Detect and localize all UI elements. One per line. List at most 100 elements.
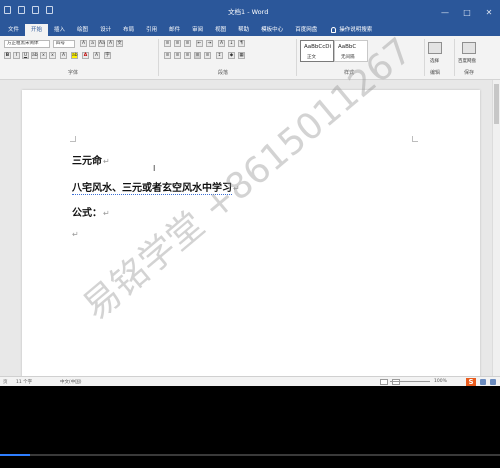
baidu-label[interactable]: 百度网盘 bbox=[458, 58, 476, 64]
paragraph-mark: ↵ bbox=[233, 184, 240, 193]
paragraph-group-label: 段落 bbox=[218, 70, 229, 76]
align-left-icon[interactable]: ≡ bbox=[164, 52, 171, 59]
zoom-slider[interactable] bbox=[390, 381, 430, 382]
scrollbar-thumb[interactable] bbox=[494, 84, 499, 124]
tray-icon[interactable] bbox=[490, 379, 496, 385]
font-size-select[interactable]: 四号 bbox=[53, 40, 75, 48]
tab-draw[interactable]: 绘图 bbox=[71, 24, 94, 36]
status-bar: 页 11 个字 中文(中国) 100% S bbox=[0, 376, 500, 387]
shrink-font-icon[interactable]: a bbox=[89, 40, 96, 47]
tab-insert[interactable]: 插入 bbox=[48, 24, 71, 36]
ribbon-tabs: 文件 开始 插入 绘图 设计 布局 引用 邮件 审阅 视图 帮助 模板中心 百度… bbox=[0, 24, 500, 36]
highlight-icon[interactable]: ab bbox=[71, 52, 78, 59]
vertical-scrollbar[interactable] bbox=[492, 80, 500, 376]
tab-file[interactable]: 文件 bbox=[2, 24, 25, 36]
close-button[interactable]: ✕ bbox=[478, 0, 500, 24]
text-effects-icon[interactable]: A bbox=[60, 52, 67, 59]
page-indicator[interactable]: 页 bbox=[3, 379, 8, 385]
tab-baidu-netdisk[interactable]: 百度网盘 bbox=[289, 24, 323, 36]
maximize-button[interactable]: □ bbox=[456, 0, 478, 24]
select-label[interactable]: 选择 bbox=[430, 58, 439, 64]
bullets-icon[interactable]: ≡ bbox=[164, 40, 171, 47]
document-page[interactable]: 三元命↵ I 八宅风水、三元或者玄空风水中学习↵ 公式：↵ ↵ bbox=[22, 90, 480, 380]
strikethrough-icon[interactable]: ab bbox=[31, 52, 38, 59]
save-icon[interactable] bbox=[4, 6, 11, 14]
change-case-icon[interactable]: Aa bbox=[98, 40, 105, 47]
doc-line-2[interactable]: 八宅风水、三元或者玄空风水中学习↵ bbox=[72, 179, 240, 195]
tab-design[interactable]: 设计 bbox=[94, 24, 117, 36]
tray-icon[interactable] bbox=[480, 379, 486, 385]
shading-icon[interactable]: ◆ bbox=[228, 52, 235, 59]
doc-line-text: 八宅风水、三元或者玄空风水中学习 bbox=[72, 183, 232, 195]
font-name-select[interactable]: 方正粗黑宋简体 bbox=[4, 40, 50, 48]
justify-icon[interactable]: ≡ bbox=[194, 52, 201, 59]
tab-home[interactable]: 开始 bbox=[25, 24, 49, 36]
tell-me-label: 操作说明搜索 bbox=[339, 27, 373, 33]
sort-icon[interactable]: ↓ bbox=[228, 40, 235, 47]
word-count[interactable]: 11 个字 bbox=[16, 379, 32, 385]
align-right-icon[interactable]: ≡ bbox=[184, 52, 191, 59]
ribbon-home: 方正粗黑宋简体 四号 A a Aa A 文 B I U ab x x A ab … bbox=[0, 36, 500, 80]
paragraph-mark: ↵ bbox=[103, 209, 110, 218]
character-shading-icon[interactable]: A bbox=[93, 52, 100, 59]
doc-line-text: 三元命 bbox=[72, 156, 102, 167]
style-sample: AaBbC bbox=[338, 44, 357, 50]
lightbulb-icon bbox=[331, 27, 337, 33]
language-indicator[interactable]: 中文(中国) bbox=[60, 379, 82, 385]
document-area: 三元命↵ I 八宅风水、三元或者玄空风水中学习↵ 公式：↵ ↵ bbox=[0, 80, 500, 380]
enclose-character-icon[interactable]: 字 bbox=[104, 52, 111, 59]
grow-font-icon[interactable]: A bbox=[80, 40, 87, 47]
zoom-level[interactable]: 100% bbox=[434, 379, 447, 384]
text-cursor: I bbox=[153, 164, 156, 173]
margin-mark-top-right bbox=[412, 136, 418, 142]
line-spacing-icon[interactable]: ↕ bbox=[216, 52, 223, 59]
tab-help[interactable]: 帮助 bbox=[232, 24, 255, 36]
tab-layout[interactable]: 布局 bbox=[117, 24, 140, 36]
tab-view[interactable]: 视图 bbox=[209, 24, 232, 36]
print-layout-icon[interactable] bbox=[380, 379, 388, 385]
borders-icon[interactable]: ▦ bbox=[238, 52, 245, 59]
editing-group-label: 编辑 bbox=[430, 70, 441, 76]
video-progress-fill bbox=[0, 454, 30, 456]
decrease-indent-icon[interactable]: ⇤ bbox=[196, 40, 203, 47]
doc-line-1[interactable]: 三元命↵ bbox=[72, 152, 110, 167]
distributed-icon[interactable]: ≡ bbox=[204, 52, 211, 59]
show-marks-icon[interactable]: ¶ bbox=[238, 40, 245, 47]
numbering-icon[interactable]: ≡ bbox=[174, 40, 181, 47]
superscript-icon[interactable]: x bbox=[49, 52, 56, 59]
underline-icon[interactable]: U bbox=[22, 52, 29, 59]
minimize-button[interactable]: — bbox=[434, 0, 456, 24]
save-group-label: 保存 bbox=[464, 70, 475, 76]
tab-template-center[interactable]: 模板中心 bbox=[255, 24, 289, 36]
doc-line-3[interactable]: 公式：↵ bbox=[72, 204, 110, 219]
subscript-icon[interactable]: x bbox=[40, 52, 47, 59]
web-layout-icon[interactable] bbox=[392, 379, 400, 385]
tell-me-search[interactable]: 操作说明搜索 bbox=[323, 24, 378, 36]
align-center-icon[interactable]: ≡ bbox=[174, 52, 181, 59]
bold-icon[interactable]: B bbox=[4, 52, 11, 59]
tab-mailings[interactable]: 邮件 bbox=[163, 24, 186, 36]
group-divider bbox=[424, 39, 425, 76]
style-no-spacing[interactable]: AaBbC 无间隔 bbox=[334, 40, 368, 62]
customize-qat-icon[interactable] bbox=[46, 6, 53, 14]
margin-mark-top-left bbox=[70, 136, 76, 142]
multilevel-list-icon[interactable]: ≡ bbox=[184, 40, 191, 47]
increase-indent-icon[interactable]: ⇥ bbox=[206, 40, 213, 47]
title-bar: 文档1 - Word — □ ✕ bbox=[0, 0, 500, 24]
style-name: 无间隔 bbox=[341, 55, 355, 60]
baidu-save-icon[interactable] bbox=[462, 42, 476, 54]
tab-references[interactable]: 引用 bbox=[140, 24, 163, 36]
phonetic-guide-icon[interactable]: 文 bbox=[116, 40, 123, 47]
redo-icon[interactable] bbox=[32, 6, 39, 14]
undo-icon[interactable] bbox=[18, 6, 25, 14]
tab-review[interactable]: 审阅 bbox=[186, 24, 209, 36]
font-color-icon[interactable]: A bbox=[82, 52, 89, 59]
style-normal[interactable]: AaBbCcDi 正文 bbox=[300, 40, 334, 62]
style-name: 正文 bbox=[307, 55, 316, 60]
find-replace-icon[interactable] bbox=[428, 42, 442, 54]
font-group-label: 字体 bbox=[68, 70, 79, 76]
clear-format-icon[interactable]: A bbox=[107, 40, 114, 47]
chinese-layout-icon[interactable]: A bbox=[218, 40, 225, 47]
video-progress-bar[interactable] bbox=[0, 454, 500, 456]
italic-icon[interactable]: I bbox=[13, 52, 20, 59]
